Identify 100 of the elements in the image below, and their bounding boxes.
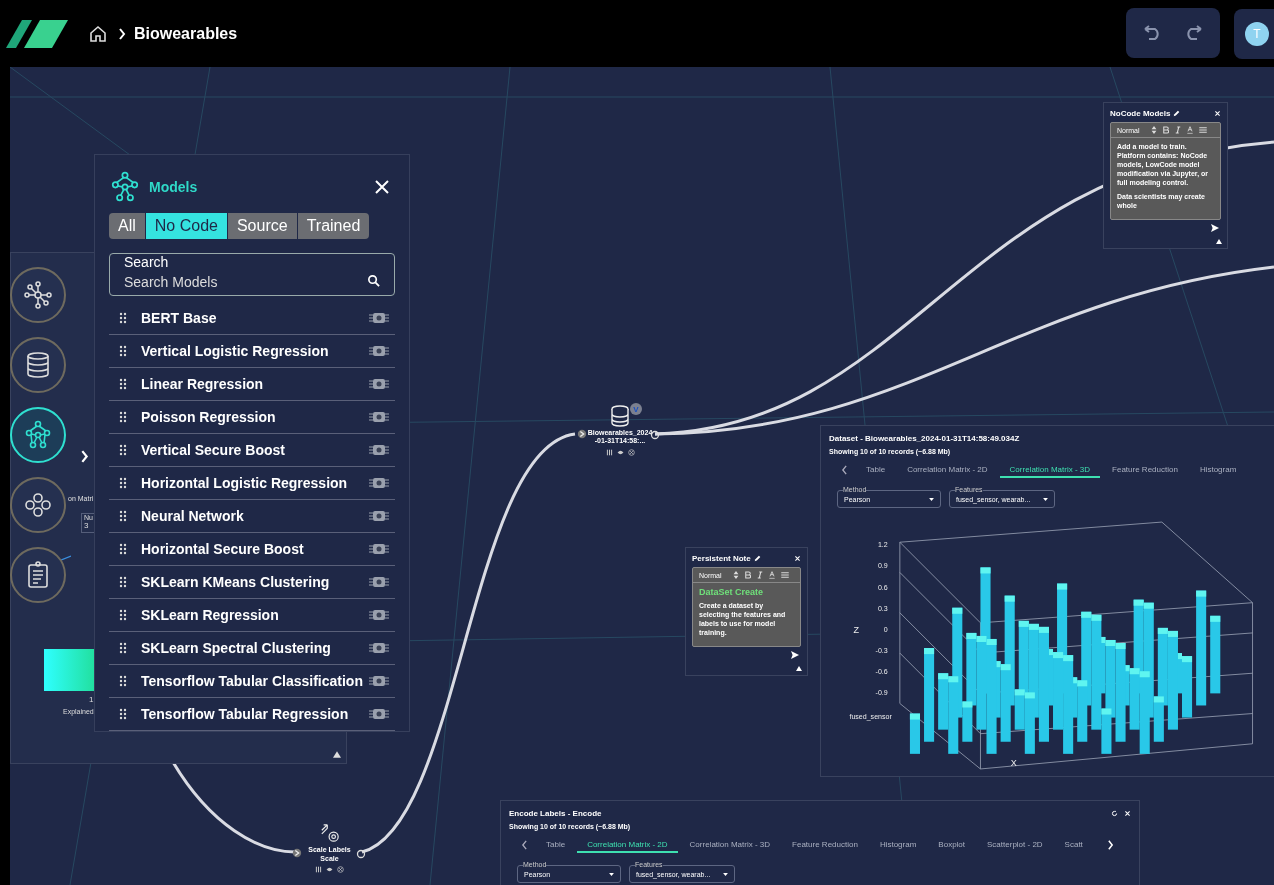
close-circle-icon[interactable]	[337, 866, 344, 873]
model-list-item[interactable]: SKLearn KMeans Clustering	[109, 566, 395, 599]
view-tab[interactable]: Histogram	[1189, 463, 1247, 478]
sliders-icon[interactable]	[315, 866, 322, 873]
input-port-icon[interactable]	[577, 429, 587, 439]
refresh-icon[interactable]	[1111, 810, 1118, 817]
chip-icon	[369, 310, 389, 326]
model-list-item[interactable]: SKLearn Regression	[109, 599, 395, 632]
send-icon[interactable]	[1211, 224, 1219, 232]
sliders-icon[interactable]	[605, 449, 613, 456]
filter-tab[interactable]: All	[109, 213, 145, 239]
input-port-icon[interactable]	[292, 848, 302, 858]
text-color-icon[interactable]	[1187, 126, 1193, 134]
breadcrumb-item[interactable]: Biowearables	[134, 24, 238, 43]
italic-icon[interactable]	[1175, 126, 1181, 134]
output-port-icon[interactable]	[356, 849, 366, 859]
view-tab[interactable]: Scatt	[1054, 838, 1093, 853]
drag-handle-icon[interactable]	[119, 312, 127, 324]
model-list-item[interactable]: Tensorflow Tabular Classification	[109, 665, 395, 698]
drag-handle-icon[interactable]	[119, 378, 127, 390]
pencil-icon[interactable]	[1173, 110, 1181, 117]
chevron-right-icon[interactable]	[1106, 840, 1114, 850]
model-list-item[interactable]: Vertical Logistic Regression	[109, 335, 395, 368]
close-icon[interactable]	[1214, 110, 1221, 117]
model-list-item[interactable]: BERT Base	[109, 302, 395, 335]
panel-title: Models	[149, 179, 199, 195]
model-list-item[interactable]: Poisson Regression	[109, 401, 395, 434]
drag-handle-icon[interactable]	[119, 477, 127, 489]
send-icon[interactable]	[791, 651, 799, 659]
sort-icon[interactable]	[1151, 126, 1157, 134]
view-tab[interactable]: Correlation Matrix - 2D	[897, 463, 998, 478]
sort-icon[interactable]	[733, 571, 739, 579]
model-list-item[interactable]: Horizontal Secure Boost	[109, 533, 395, 566]
text-color-icon[interactable]	[769, 571, 775, 579]
model-list-item[interactable]: Vertical Secure Boost	[109, 434, 395, 467]
close-icon[interactable]	[375, 180, 389, 194]
bold-icon[interactable]	[1163, 126, 1169, 134]
note-title: NoCode Models	[1110, 109, 1171, 118]
model-name: Tensorflow Tabular Regression	[141, 706, 350, 722]
bold-icon[interactable]	[745, 571, 751, 579]
model-list-item[interactable]: Tensorflow Tabular Regression	[109, 698, 395, 731]
view-tab[interactable]: Feature Reduction	[782, 838, 868, 853]
filter-tab[interactable]: Trained	[297, 213, 370, 239]
chevron-left-icon[interactable]	[841, 465, 848, 475]
list-icon[interactable]	[781, 572, 789, 578]
close-icon[interactable]	[794, 555, 801, 562]
model-name: Tensorflow Tabular Classification	[141, 673, 364, 689]
drag-handle-icon[interactable]	[119, 543, 127, 555]
close-icon[interactable]	[1124, 810, 1131, 817]
view-tab[interactable]: Scatterplot - 2D	[977, 838, 1053, 853]
dropdown-icon	[1043, 497, 1048, 501]
collapse-icon[interactable]	[796, 666, 802, 671]
model-list-item[interactable]: Neural Network	[109, 500, 395, 533]
drag-handle-icon[interactable]	[119, 708, 127, 720]
view-tab[interactable]: Feature Reduction	[1102, 463, 1188, 478]
bar	[909, 713, 920, 754]
view-tab[interactable]: Correlation Matrix - 3D	[999, 463, 1101, 478]
eye-icon[interactable]	[326, 866, 333, 873]
chevron-right-icon[interactable]	[80, 450, 89, 463]
eye-icon[interactable]	[616, 449, 624, 456]
home-icon[interactable]	[88, 23, 108, 44]
close-circle-icon[interactable]	[627, 449, 635, 456]
drag-handle-icon[interactable]	[119, 411, 127, 423]
version-badge: V	[630, 403, 642, 415]
view-tab[interactable]: Correlation Matrix - 3D	[679, 838, 781, 853]
dropdown-icon	[723, 872, 728, 876]
drag-handle-icon[interactable]	[119, 576, 127, 588]
database-icon[interactable]	[610, 405, 630, 427]
chevron-left-icon[interactable]	[521, 840, 528, 850]
scale-gear-icon[interactable]	[319, 822, 340, 844]
collapse-icon[interactable]	[333, 751, 341, 758]
search-field[interactable]: Search Search Models	[109, 253, 395, 296]
view-tab[interactable]: Boxplot	[928, 838, 976, 853]
dropdown-icon	[609, 872, 614, 876]
model-list-item[interactable]: Linear Regression	[109, 368, 395, 401]
italic-icon[interactable]	[757, 571, 763, 579]
view-tab[interactable]: Table	[536, 838, 576, 853]
filter-tab[interactable]: No Code	[145, 213, 227, 239]
view-tab[interactable]: Histogram	[869, 838, 927, 853]
pencil-icon[interactable]	[753, 555, 761, 562]
model-name: SKLearn Regression	[141, 607, 280, 623]
model-list-item[interactable]: SKLearn Spectral Clustering	[109, 632, 395, 665]
collapse-icon[interactable]	[1216, 239, 1222, 244]
drag-handle-icon[interactable]	[119, 345, 127, 357]
drag-handle-icon[interactable]	[119, 642, 127, 654]
filter-tab[interactable]: Source	[227, 213, 297, 239]
drag-handle-icon[interactable]	[119, 510, 127, 522]
model-name: Linear Regression	[141, 376, 265, 392]
chip-icon	[369, 376, 389, 392]
chip-icon	[369, 508, 389, 524]
view-tab[interactable]: Table	[856, 463, 896, 478]
drag-handle-icon[interactable]	[119, 609, 127, 621]
drag-handle-icon[interactable]	[119, 444, 127, 456]
view-tab[interactable]: Correlation Matrix - 2D	[577, 838, 678, 853]
search-input[interactable]: Search Models	[124, 274, 367, 290]
list-icon[interactable]	[1199, 127, 1207, 133]
logo-icon[interactable]	[6, 19, 68, 48]
model-list-item[interactable]: Horizontal Logistic Regression	[109, 467, 395, 500]
drag-handle-icon[interactable]	[119, 675, 127, 687]
chip-icon	[369, 706, 389, 722]
